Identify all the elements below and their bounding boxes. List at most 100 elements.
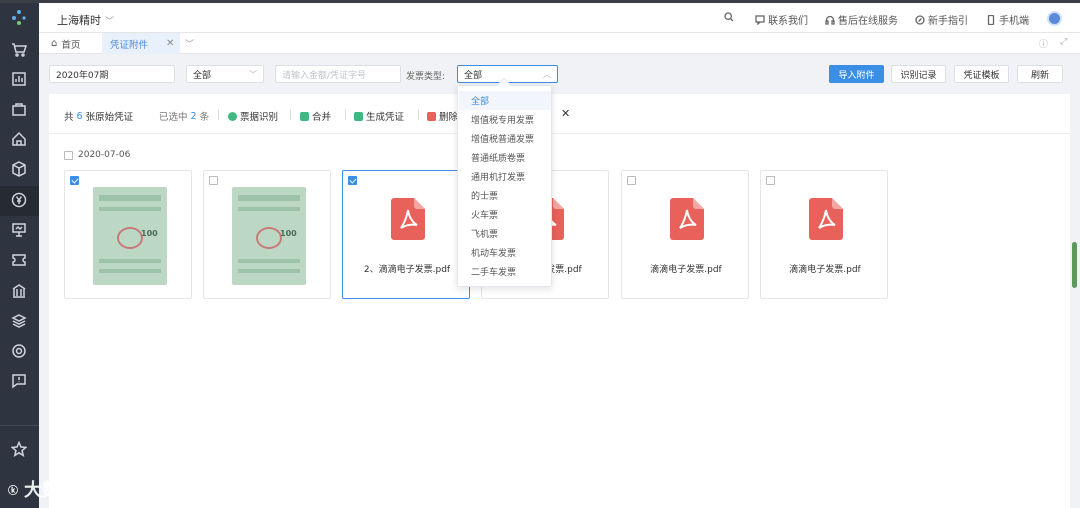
total-number: 6 <box>76 110 83 122</box>
sidebar-divider <box>0 425 39 426</box>
dropdown-option[interactable]: 普通纸质卷票 <box>459 148 551 167</box>
delete-button[interactable]: 删除 <box>427 109 458 123</box>
ticket-icon[interactable] <box>9 250 29 270</box>
compass-icon <box>915 14 925 25</box>
divider <box>345 110 346 120</box>
dropdown-option[interactable]: 火车票 <box>459 205 551 224</box>
file-name: 2、滴滴电子发票.pdf <box>363 265 451 275</box>
sidebar <box>0 3 39 508</box>
company-switcher[interactable]: 上海精时 ﹀ <box>57 12 114 28</box>
search-placeholder: 请输入金额/凭证字号 <box>282 70 367 81</box>
refresh-button[interactable]: 刷新 <box>1017 65 1063 83</box>
file-name: 滴滴电子发票.pdf <box>789 265 861 275</box>
bag-icon[interactable] <box>9 99 29 119</box>
selected-prefix: 已选中 <box>159 112 188 123</box>
box-icon[interactable] <box>9 159 29 179</box>
scrollbar[interactable] <box>1072 242 1077 288</box>
period-select[interactable]: 2020年07期 <box>49 65 175 83</box>
fullscreen-icon[interactable]: ⤢ <box>1060 37 1067 47</box>
presentation-icon[interactable] <box>9 220 29 240</box>
phone-icon <box>987 14 995 25</box>
action-toolbar: 共 6 张原始凭证 已选中 2 条 票据识别 合并 生成凭证 删除 <box>49 94 1070 134</box>
attachment-card[interactable]: 100 <box>64 170 192 299</box>
generate-voucher-button[interactable]: 生成凭证 <box>354 109 404 123</box>
tab-home-label: 首页 <box>61 39 81 51</box>
dropdown-option[interactable]: 增值税专用发票 <box>459 110 551 129</box>
divider <box>218 110 219 120</box>
dropdown-option[interactable]: 增值税普通发票 <box>459 129 551 148</box>
company-name: 上海精时 <box>57 14 101 27</box>
contact-us-link[interactable]: 联系我们 <box>755 12 808 27</box>
guide-link[interactable]: 新手指引 <box>915 12 968 27</box>
attachment-panel: 共 6 张原始凭证 已选中 2 条 票据识别 合并 生成凭证 删除 2020-07-06… <box>49 94 1070 508</box>
home-icon: ⌂ <box>51 38 58 49</box>
chevron-down-icon: ﹀ <box>105 17 115 27</box>
card-checkbox[interactable] <box>209 176 218 185</box>
avatar[interactable] <box>1047 11 1062 26</box>
group-date: 2020-07-06 <box>78 150 131 160</box>
star-icon[interactable] <box>9 439 29 459</box>
voucher-template-button[interactable]: 凭证模板 <box>954 65 1009 83</box>
total-count: 共 6 张原始凭证 <box>64 109 134 124</box>
online-service-link[interactable]: 售后在线服务 <box>825 12 898 27</box>
layers-icon[interactable] <box>9 311 29 331</box>
recognize-button[interactable]: 票据识别 <box>228 109 278 123</box>
card-checkbox[interactable] <box>348 176 357 185</box>
receipt-thumbnail: 100 <box>232 187 306 285</box>
close-icon[interactable]: ✕ <box>166 38 174 49</box>
attachment-card[interactable]: 100 <box>203 170 331 299</box>
feedback-icon[interactable] <box>9 371 29 391</box>
dropdown-option[interactable]: 机动车发票 <box>459 243 551 262</box>
mobile-label: 手机端 <box>999 16 1029 27</box>
category-select[interactable]: 全部 ﹀ <box>186 65 264 83</box>
card-checkbox[interactable] <box>70 176 79 185</box>
filter-bar: 2020年07期 全部 ﹀ 请输入金额/凭证字号 发票类型: 全部 ︿ 导入附件 识… <box>39 54 1080 92</box>
online-service-label: 售后在线服务 <box>838 16 898 27</box>
dropdown-option[interactable]: 二手车发票 <box>459 262 551 281</box>
contact-us-label: 联系我们 <box>768 16 808 27</box>
chart-icon[interactable] <box>9 69 29 89</box>
attachment-card[interactable]: 滴滴电子发票.pdf <box>760 170 888 299</box>
home-icon[interactable] <box>9 129 29 149</box>
gear-icon[interactable] <box>9 341 29 361</box>
recognize-icon <box>228 111 237 121</box>
logo-icon <box>12 10 26 25</box>
bank-icon[interactable] <box>9 281 29 301</box>
card-checkbox[interactable] <box>627 176 636 185</box>
search-input[interactable]: 请输入金额/凭证字号 <box>275 65 401 83</box>
tabs-more-chevron-icon[interactable]: ﹀ <box>185 33 194 54</box>
chevron-up-icon: ︿ <box>543 70 551 79</box>
receipt-thumbnail: 100 <box>93 187 167 285</box>
cart-icon[interactable] <box>9 40 29 60</box>
card-checkbox[interactable] <box>766 176 775 185</box>
watermark: ⓚ 大数跨境 <box>8 476 96 502</box>
selected-count: 已选中 2 条 <box>159 109 209 124</box>
dropdown-option[interactable]: 飞机票 <box>459 224 551 243</box>
watermark-text: 大数跨境 <box>24 480 96 501</box>
header-search[interactable] <box>724 12 734 22</box>
close-icon[interactable]: ✕ <box>561 107 570 120</box>
recognize-log-button[interactable]: 识别记录 <box>891 65 946 83</box>
invoice-type-select[interactable]: 全部 ︿ <box>457 65 558 83</box>
help-icon[interactable]: ⓘ <box>1039 37 1048 50</box>
pdf-file-icon <box>670 198 704 240</box>
chat-icon <box>755 14 765 25</box>
import-attachment-button[interactable]: 导入附件 <box>829 65 884 83</box>
mobile-link[interactable]: 手机端 <box>986 12 1029 27</box>
tab-home[interactable]: ⌂ 首页 <box>51 33 80 54</box>
dropdown-option[interactable]: 全部 <box>459 91 551 110</box>
top-header: 上海精时 ﹀ 联系我们 售后在线服务 新手指引 手机端 <box>39 3 1080 33</box>
period-value: 2020年07期 <box>56 70 109 81</box>
watermark-logo-icon: ⓚ <box>8 485 18 497</box>
attachment-card[interactable]: 2、滴滴电子发票.pdf <box>342 170 470 299</box>
merge-label: 合并 <box>312 112 332 123</box>
dropdown-option[interactable]: 的士票 <box>459 186 551 205</box>
dropdown-option[interactable]: 通用机打发票 <box>459 167 551 186</box>
app-window: { "header": { "company": "上海精时", "search… <box>0 0 1080 508</box>
attachment-card[interactable]: 滴滴电子发票.pdf <box>621 170 749 299</box>
total-suffix: 张原始凭证 <box>85 112 134 123</box>
tab-voucher-attachment[interactable]: 凭证附件 ✕ <box>102 33 180 54</box>
group-checkbox[interactable] <box>64 150 73 160</box>
yen-icon[interactable] <box>9 190 29 210</box>
merge-button[interactable]: 合并 <box>300 109 331 123</box>
